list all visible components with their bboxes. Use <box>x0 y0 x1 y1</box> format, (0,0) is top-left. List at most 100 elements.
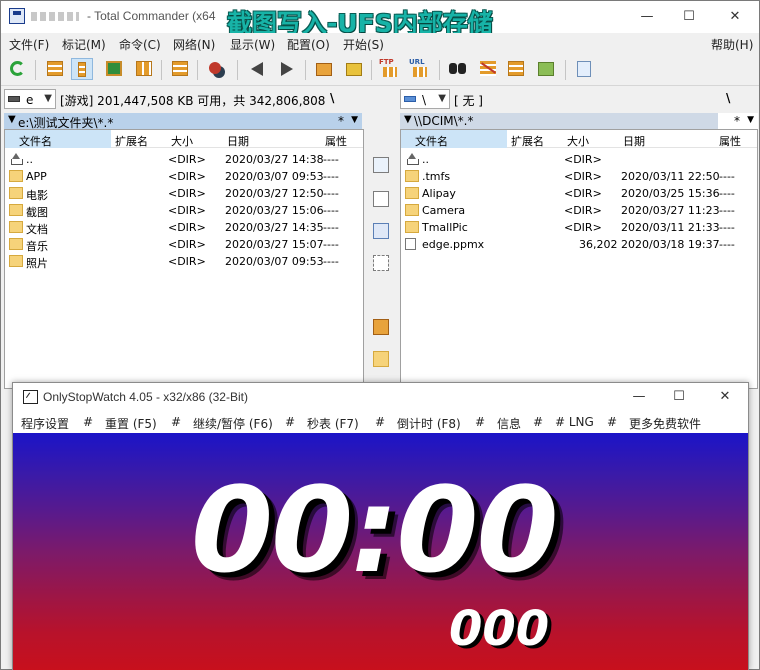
pack-icon[interactable] <box>313 58 335 80</box>
full-view-icon[interactable] <box>71 58 93 80</box>
copy-names-icon[interactable] <box>535 58 557 80</box>
pack-icon[interactable] <box>373 319 389 335</box>
menu-start[interactable]: 开始(S) <box>343 36 384 53</box>
ftp-connect-icon[interactable]: FTP <box>379 58 401 80</box>
thumbnail-view-icon[interactable] <box>103 58 125 80</box>
find-icon[interactable] <box>447 58 469 80</box>
file-row[interactable]: APP <DIR> 2020/03/07 09:53 ---- <box>5 168 363 185</box>
stopwatch-icon <box>23 390 38 404</box>
col-attr[interactable]: 属性 <box>325 133 347 149</box>
chevron-down-icon: ▼ <box>44 93 52 104</box>
menu-mark[interactable]: 标记(M) <box>62 36 106 53</box>
file-row[interactable]: .tmfs <DIR> 2020/03/11 22:50 ---- <box>401 168 757 185</box>
menu-stopwatch[interactable]: 秒表 (F7) <box>307 415 359 432</box>
minimize-button[interactable]: — <box>627 5 667 29</box>
menu-reset[interactable]: 重置 (F5) <box>105 415 157 432</box>
edit-icon[interactable] <box>373 191 389 207</box>
notepad-icon[interactable] <box>573 58 595 80</box>
move-icon[interactable] <box>373 255 389 271</box>
col-attr[interactable]: 属性 <box>719 133 741 149</box>
file-row[interactable]: .. <DIR> 2020/03/27 14:38 ---- <box>5 151 363 168</box>
brief-view-icon[interactable] <box>44 58 66 80</box>
up-dir-icon <box>405 153 419 165</box>
stopwatch-time: 00:00 <box>191 461 559 599</box>
file-row[interactable]: TmallPic <DIR> 2020/03/11 21:33 ---- <box>401 219 757 236</box>
menu-continue-pause[interactable]: 继续/暂停 (F6) <box>193 415 273 432</box>
left-path-bar[interactable]: ▼ e:\测试文件夹\*.* <box>4 113 362 130</box>
close-button[interactable]: ✕ <box>705 386 745 408</box>
file-date: 2020/03/25 15:36 <box>621 187 720 200</box>
menu-commands[interactable]: 命令(C) <box>119 36 161 53</box>
minimize-button[interactable]: — <box>619 386 659 408</box>
file-row[interactable]: 截图 <DIR> 2020/03/27 15:06 ---- <box>5 202 363 219</box>
menu-separator: # <box>375 415 386 429</box>
file-name: 截图 <box>26 206 48 219</box>
maximize-button[interactable]: ☐ <box>659 386 699 408</box>
file-row[interactable]: Camera <DIR> 2020/03/27 11:23 ---- <box>401 202 757 219</box>
url-ftp-icon[interactable]: URL <box>409 58 431 80</box>
left-filter[interactable]: * ▼ <box>326 113 362 129</box>
file-attr: ---- <box>323 153 339 166</box>
invert-selection-icon[interactable] <box>169 58 191 80</box>
network-drive-icon <box>404 96 416 102</box>
file-name: 照片 <box>26 257 48 270</box>
left-root-button[interactable]: \ <box>330 91 334 105</box>
copy-icon[interactable] <box>373 223 389 239</box>
new-folder-icon[interactable] <box>373 351 389 367</box>
right-filter[interactable]: * ▼ <box>718 113 758 129</box>
right-file-panel[interactable]: 文件名 扩展名 大小 日期 属性 .. <DIR> .tmfs <DIR> 2020/0… <box>400 129 758 389</box>
rename-multi-icon[interactable] <box>477 58 499 80</box>
file-row[interactable]: 电影 <DIR> 2020/03/27 12:50 ---- <box>5 185 363 202</box>
col-ext[interactable]: 扩展名 <box>511 133 544 149</box>
close-button[interactable]: ✕ <box>715 5 755 29</box>
menu-file[interactable]: 文件(F) <box>9 36 49 53</box>
file-size: <DIR> <box>168 238 206 251</box>
file-row[interactable]: 照片 <DIR> 2020/03/07 09:53 ---- <box>5 253 363 270</box>
file-row[interactable]: 文档 <DIR> 2020/03/27 14:35 ---- <box>5 219 363 236</box>
col-date[interactable]: 日期 <box>623 133 645 149</box>
file-size: <DIR> <box>564 153 602 166</box>
vertical-button-bar <box>366 151 396 381</box>
right-drive-bar: \ ▼ [ 无 ] \ <box>400 89 758 109</box>
maximize-button[interactable]: ☐ <box>669 5 709 29</box>
menu-more-freeware[interactable]: 更多免费软件 <box>629 415 701 432</box>
stopwatch-display[interactable]: 00:00 000 <box>13 433 748 670</box>
col-size[interactable]: 大小 <box>171 133 193 149</box>
menu-settings[interactable]: 程序设置 <box>21 415 69 432</box>
file-row[interactable]: 音乐 <DIR> 2020/03/27 15:07 ---- <box>5 236 363 253</box>
menu-show[interactable]: 显示(W) <box>230 36 275 53</box>
file-icon <box>405 238 416 250</box>
file-row[interactable]: .. <DIR> <box>401 151 757 168</box>
forward-icon[interactable] <box>275 58 297 80</box>
back-icon[interactable] <box>247 58 269 80</box>
menu-language[interactable]: # LNG <box>555 415 594 429</box>
file-row[interactable]: edge.ppmx 36,202 2020/03/18 19:37 ---- <box>401 236 757 253</box>
col-name[interactable]: 文件名 <box>401 130 507 148</box>
right-path-bar[interactable]: ▼ \\DCIM\*.* <box>400 113 718 129</box>
compare-icon[interactable] <box>205 58 227 80</box>
file-attr: ---- <box>323 255 339 268</box>
refresh-icon[interactable] <box>7 58 29 80</box>
right-filter-star: * <box>734 114 740 128</box>
left-file-panel[interactable]: 文件名 扩展名 大小 日期 属性 .. <DIR> 2020/03/27 14:38… <box>4 129 364 389</box>
unpack-icon[interactable] <box>343 58 365 80</box>
folder-icon <box>9 238 23 250</box>
right-drive-select[interactable]: \ ▼ <box>400 89 450 109</box>
menu-configuration[interactable]: 配置(O) <box>287 36 330 53</box>
col-date[interactable]: 日期 <box>227 133 249 149</box>
col-size[interactable]: 大小 <box>567 133 589 149</box>
menu-countdown[interactable]: 倒计时 (F8) <box>397 415 461 432</box>
menu-net[interactable]: 网络(N) <box>173 36 215 53</box>
right-root-button[interactable]: \ <box>726 91 730 105</box>
file-row[interactable]: Alipay <DIR> 2020/03/25 15:36 ---- <box>401 185 757 202</box>
left-drive-select[interactable]: e ▼ <box>4 89 56 109</box>
menu-help[interactable]: 帮助(H) <box>711 36 753 53</box>
col-name[interactable]: 文件名 <box>5 130 111 148</box>
menu-info[interactable]: 信息 <box>497 415 521 432</box>
sync-dirs-icon[interactable] <box>505 58 527 80</box>
stopwatch-title: OnlyStopWatch 4.05 - x32/x86 (32-Bit) <box>43 390 248 404</box>
col-ext[interactable]: 扩展名 <box>115 133 148 149</box>
menu-bar: 文件(F) 标记(M) 命令(C) 网络(N) 显示(W) 配置(O) 开始(S… <box>1 33 759 53</box>
view-icon[interactable] <box>373 157 389 173</box>
tree-view-icon[interactable] <box>133 58 155 80</box>
